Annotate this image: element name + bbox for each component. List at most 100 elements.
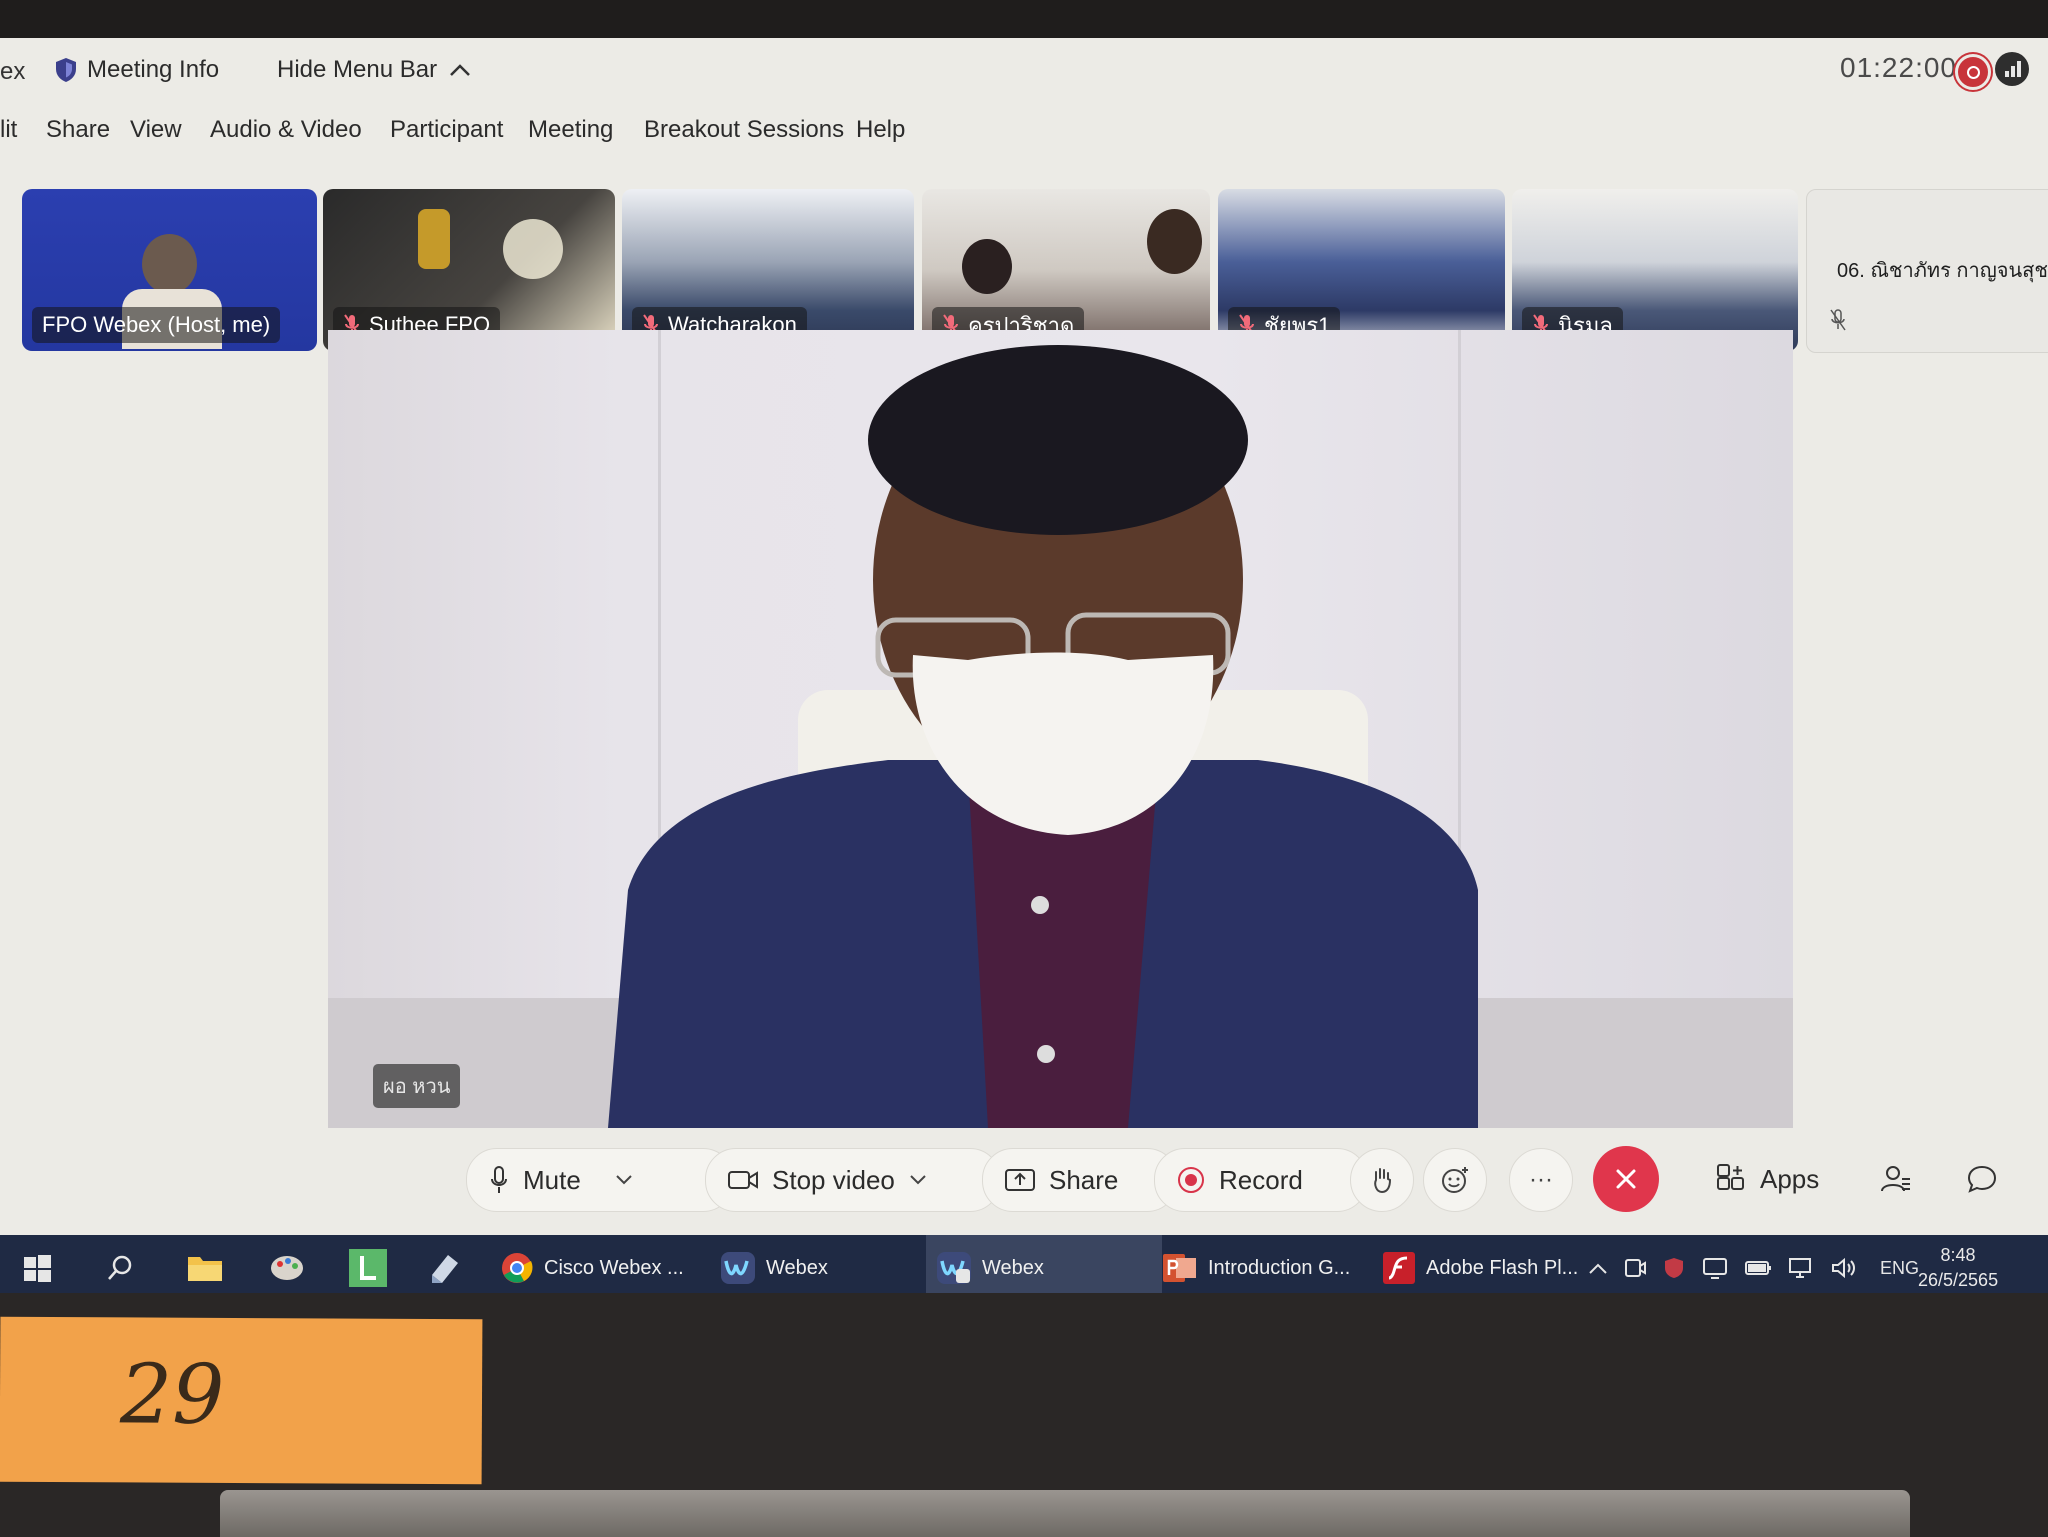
participant-video-head <box>962 239 1012 294</box>
participant-tile[interactable]: Suthee FPO <box>323 189 615 351</box>
recording-indicator-icon[interactable] <box>1955 54 1991 90</box>
l-app-icon <box>349 1249 387 1287</box>
start-button[interactable] <box>12 1235 62 1293</box>
record-icon <box>1178 1167 1204 1193</box>
participants-icon <box>1881 1166 1910 1192</box>
mic-muted-icon <box>1830 309 1846 331</box>
meeting-controls: Mute Stop video Share Record ··· Apps <box>0 1134 2048 1234</box>
share-label: Share <box>1049 1164 1119 1195</box>
share-screen-icon <box>1005 1169 1035 1191</box>
stop-video-label: Stop video <box>772 1164 895 1195</box>
end-meeting-button[interactable] <box>1593 1146 1659 1212</box>
taskbar-adobe-flash[interactable]: Adobe Flash Pl... <box>1372 1235 1600 1293</box>
paint-icon <box>271 1256 303 1280</box>
share-button[interactable]: Share <box>982 1148 1178 1212</box>
sticky-note: 29 <box>0 1316 483 1485</box>
participant-video-statue <box>418 209 450 269</box>
microphone-icon <box>491 1166 507 1193</box>
meeting-info-label: Meeting Info <box>87 56 220 83</box>
taskbar-app-notes-button[interactable] <box>418 1235 472 1293</box>
menu-bar: lit Share View Audio & Video Participant… <box>0 108 2048 154</box>
record-button[interactable]: Record <box>1154 1148 1368 1212</box>
menu-audio-video[interactable]: Audio & Video <box>210 116 362 144</box>
taskbar-webex-1[interactable]: Webex <box>710 1235 928 1293</box>
more-options-button[interactable]: ··· <box>1509 1148 1573 1212</box>
system-tray: ENG <box>1588 1235 1919 1293</box>
taskbar-powerpoint[interactable]: Introduction G... <box>1152 1235 1384 1293</box>
windows-logo-icon <box>24 1255 51 1282</box>
antivirus-icon[interactable] <box>1662 1256 1686 1280</box>
chevron-up-icon[interactable] <box>1588 1261 1608 1275</box>
title-bar: ex Meeting Info Hide Menu Bar 01:22:00 <box>0 38 2048 106</box>
close-icon <box>1616 1169 1636 1189</box>
webex-meeting-icon <box>937 1252 971 1284</box>
search-icon <box>108 1255 132 1280</box>
menu-help[interactable]: Help <box>856 116 905 144</box>
participant-tile[interactable]: ชัยพร1 <box>1218 189 1505 351</box>
menu-meeting[interactable]: Meeting <box>528 116 613 144</box>
network-signal-icon[interactable] <box>1995 52 2029 86</box>
participant-strip: FPO Webex (Host, me) Suthee FPO Watchara… <box>0 151 2048 365</box>
menu-edit[interactable]: lit <box>0 116 17 144</box>
meeting-info-button[interactable]: Meeting Info <box>55 56 219 84</box>
chevron-down-icon[interactable] <box>615 1174 633 1186</box>
display-icon[interactable] <box>1702 1256 1728 1280</box>
taskbar-clock[interactable]: 8:48 26/5/2565 <box>1918 1243 1998 1293</box>
taskbar-search-button[interactable] <box>96 1235 144 1293</box>
window-title-fragment: ex <box>0 58 26 85</box>
raise-hand-button[interactable] <box>1350 1148 1414 1212</box>
taskbar-app-l-button[interactable] <box>338 1235 398 1293</box>
file-explorer-button[interactable] <box>176 1235 234 1293</box>
taskbar-app-label: Cisco Webex ... <box>544 1256 684 1279</box>
taskbar-app-label: Introduction G... <box>1208 1256 1351 1279</box>
clock-time: 8:48 <box>1940 1245 1976 1265</box>
taskbar-app-label: Adobe Flash Pl... <box>1426 1256 1579 1279</box>
participant-video-light <box>503 219 563 279</box>
apps-button[interactable]: Apps <box>1716 1148 1819 1210</box>
folder-icon <box>188 1257 222 1281</box>
menu-view[interactable]: View <box>130 116 182 144</box>
taskbar-app-paint-button[interactable] <box>258 1235 316 1293</box>
battery-icon[interactable] <box>1744 1258 1772 1278</box>
taskbar-app-label: Webex <box>766 1256 828 1279</box>
participant-name-label: FPO Webex (Host, me) <box>42 312 271 337</box>
more-options-label: ··· <box>1529 1166 1553 1193</box>
sticky-note-number: 29 <box>119 1347 225 1443</box>
mute-label: Mute <box>523 1164 581 1195</box>
hide-menu-bar-button[interactable]: Hide Menu Bar <box>277 56 471 84</box>
video-camera-icon <box>728 1171 758 1189</box>
record-label: Record <box>1219 1164 1303 1195</box>
speaker-figure <box>608 345 1478 1128</box>
taskbar-webex-2[interactable]: Webex <box>926 1235 1162 1293</box>
participant-tile[interactable]: FPO Webex (Host, me) <box>22 189 317 351</box>
participant-tile[interactable]: 06. ณิชาภัทร กาญจนสุชา <box>1806 189 2048 353</box>
meeting-timer: 01:22:00 <box>1840 52 1957 83</box>
taskbar-chrome-webex[interactable]: Cisco Webex ... <box>490 1235 710 1293</box>
chevron-down-icon[interactable] <box>909 1174 927 1186</box>
participants-panel-button[interactable] <box>1880 1148 1912 1210</box>
hand-icon <box>1374 1168 1392 1194</box>
network-icon[interactable] <box>1788 1256 1814 1280</box>
windows-taskbar: Cisco Webex ... Webex Webex Introduction… <box>0 1235 2048 1293</box>
taskbar-app-label: Webex <box>982 1256 1044 1279</box>
notes-icon <box>432 1255 458 1283</box>
mute-button[interactable]: Mute <box>466 1148 734 1212</box>
meet-now-icon[interactable] <box>1624 1256 1646 1280</box>
active-speaker-video[interactable]: ผอ หวน <box>328 330 1793 1128</box>
reactions-button[interactable] <box>1423 1148 1487 1212</box>
stop-video-button[interactable]: Stop video <box>705 1148 1001 1212</box>
participant-video <box>142 234 197 294</box>
participant-tile[interactable]: ครูปาริชาด <box>922 189 1210 351</box>
menu-breakout-sessions[interactable]: Breakout Sessions <box>644 116 844 144</box>
apps-label: Apps <box>1760 1163 1820 1194</box>
volume-icon[interactable] <box>1830 1256 1858 1280</box>
adobe-flash-icon <box>1383 1252 1415 1284</box>
language-indicator[interactable]: ENG <box>1880 1258 1919 1279</box>
chat-button[interactable] <box>1966 1148 1998 1210</box>
menu-participant[interactable]: Participant <box>390 116 503 144</box>
menu-share[interactable]: Share <box>46 116 110 144</box>
participant-tile[interactable]: Watcharakon <box>622 189 914 351</box>
chevron-up-icon <box>450 64 470 76</box>
participant-video-head <box>1147 209 1202 274</box>
participant-tile[interactable]: นิรมล <box>1512 189 1798 351</box>
